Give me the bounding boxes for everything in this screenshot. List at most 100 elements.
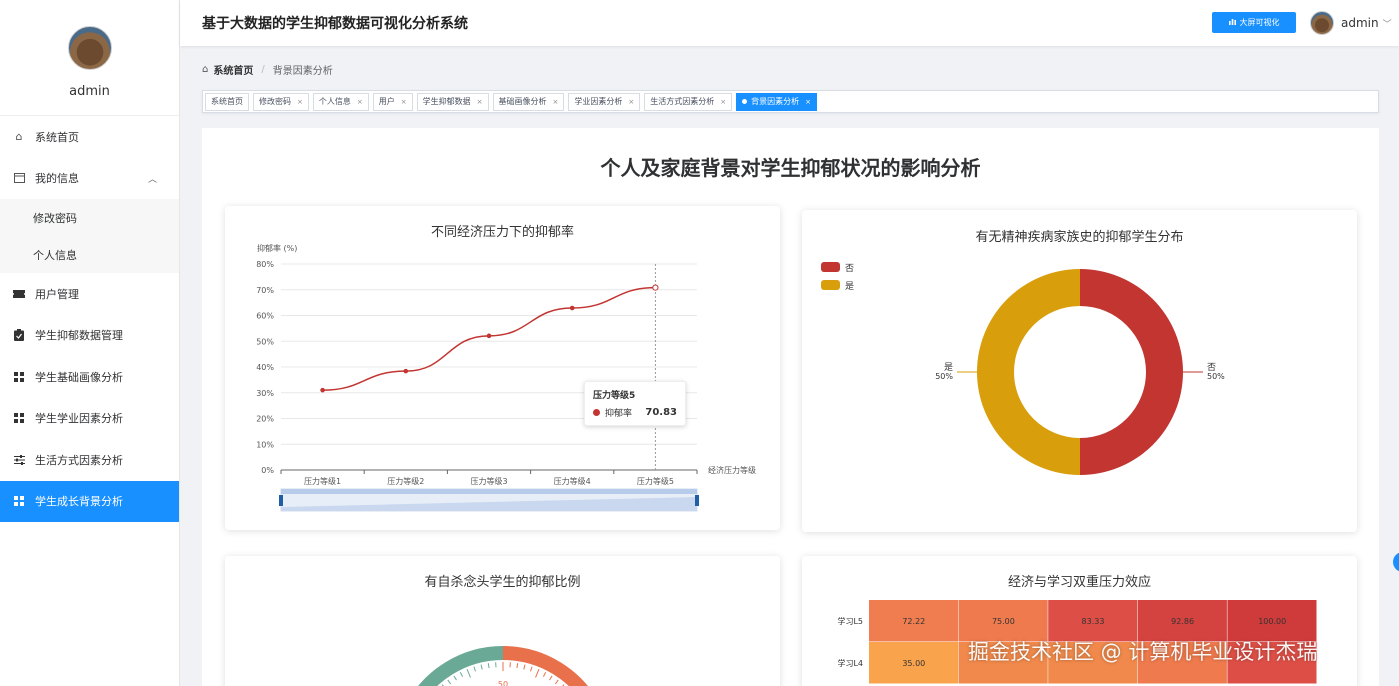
user-menu[interactable]: admin ﹀ <box>1310 11 1392 35</box>
close-icon[interactable]: × <box>477 98 483 106</box>
home-icon: ⌂ <box>202 64 209 75</box>
y-tick-label: 20% <box>256 415 274 424</box>
y-tick-label: 40% <box>256 363 274 372</box>
sidebar-item-label: 学生学业因素分析 <box>35 412 123 426</box>
ticket-icon <box>12 287 26 301</box>
heatmap-cell-label: 75.00 <box>992 617 1015 626</box>
y-tick-label: 80% <box>256 260 274 269</box>
heatmap-cell-label: 35.00 <box>902 659 925 668</box>
donut-chart-card: 有无精神疾病家族史的抑郁学生分布 否 是 否 50% 是 50% <box>802 210 1357 532</box>
gauge-band-high <box>502 646 588 686</box>
close-icon[interactable]: × <box>553 98 559 106</box>
sidebar-item-background[interactable]: 学生成长背景分析 <box>0 480 179 522</box>
close-icon[interactable]: × <box>401 98 407 106</box>
breadcrumb: ⌂ 系统首页 / 背景因素分析 <box>202 62 333 77</box>
tag-depression-data[interactable]: 学生抑郁数据 × <box>416 92 489 111</box>
y-tick-label: 0% <box>261 466 274 475</box>
x-tick-label: 压力等级2 <box>387 476 424 486</box>
tags-view: 系统首页 修改密码 × 个人信息 × 用户 × 学生抑郁数据 × 基础画像分析 × 学业因… <box>202 90 1379 113</box>
top-header: 基于大数据的学生抑郁数据可视化分析系统 大屏可视化 admin ﹀ <box>180 0 1399 46</box>
breadcrumb-separator: / <box>261 64 265 75</box>
grid-icon <box>12 370 26 384</box>
sidebar-item-my-info[interactable]: 我的信息 ︿ <box>0 158 179 200</box>
x-tick-label: 压力等级5 <box>637 476 674 486</box>
sidebar-item-home[interactable]: ⌂ 系统首页 <box>0 116 179 158</box>
tag-change-password[interactable]: 修改密码 × <box>253 92 309 111</box>
sidebar-item-label: 系统首页 <box>35 130 79 144</box>
heatmap-cell-label: 72.22 <box>902 617 925 626</box>
heatmap-cell-label: 83.33 <box>1082 617 1105 626</box>
chevron-up-icon: ︿ <box>147 174 157 185</box>
gauge-tick <box>549 675 553 681</box>
slice-percent: 50% <box>935 372 953 381</box>
pie-slice <box>977 269 1080 475</box>
sidebar-item-user-management[interactable]: 用户管理 <box>0 273 179 315</box>
close-icon[interactable]: × <box>805 98 811 106</box>
gauge-band-low <box>418 646 504 686</box>
gauge-tick <box>554 679 559 685</box>
tag-home[interactable]: 系统首页 <box>205 92 249 111</box>
data-point <box>569 305 575 311</box>
sidebar-item-lifestyle[interactable]: 生活方式因素分析 <box>0 439 179 481</box>
tag-basic-profile[interactable]: 基础画像分析 × <box>492 92 565 111</box>
y-tick-label: 50% <box>256 337 274 346</box>
sliders-icon <box>12 453 26 467</box>
sidebar-item-personal-info[interactable]: 个人信息 <box>0 236 179 273</box>
chart-tooltip: 压力等级5 抑郁率 70.83 <box>584 381 686 426</box>
line-chart-card: 不同经济压力下的抑郁率 抑郁率 (%) 0% 10% 20% 30% 40% 50% 60% 7… <box>225 206 780 530</box>
gauge-tick <box>480 664 483 670</box>
close-icon[interactable]: × <box>720 98 726 106</box>
gauge-chart[interactable]: 405060 <box>225 556 780 686</box>
sidebar-item-change-password[interactable]: 修改密码 <box>0 199 179 236</box>
bigscreen-button[interactable]: 大屏可视化 <box>1212 12 1296 33</box>
data-point <box>403 368 409 374</box>
avatar[interactable] <box>67 26 112 70</box>
heatmap-chart[interactable]: 学习L5 72.22 75.00 83.33 92.86 100.00 学习L4 35.00 <box>802 556 1357 686</box>
sidebar-item-label: 学生抑郁数据管理 <box>35 329 123 343</box>
bigscreen-label: 大屏可视化 <box>1239 18 1280 27</box>
watermark: 掘金技术社区 @ 计算机毕业设计杰瑞 <box>968 640 1318 664</box>
sidebar-item-label: 用户管理 <box>35 287 79 301</box>
gauge-tick <box>516 663 519 669</box>
page-title: 个人及家庭背景对学生抑郁状况的影响分析 <box>600 156 981 180</box>
datazoom-handle-left <box>279 495 283 506</box>
main-panel: 个人及家庭背景对学生抑郁状况的影响分析 不同经济压力下的抑郁率 抑郁率 (%) 0… <box>202 128 1379 686</box>
sidebar-item-label: 生活方式因素分析 <box>35 453 123 467</box>
tag-label: 学业因素分析 <box>574 97 623 106</box>
sidebar-profile: admin <box>0 0 179 116</box>
data-point <box>652 284 659 291</box>
sidebar-item-label: 修改密码 <box>33 211 77 225</box>
heatmap-row-label: 学习L4 <box>837 658 863 668</box>
scroll-handle[interactable] <box>1393 552 1399 572</box>
tag-lifestyle[interactable]: 生活方式因素分析 × <box>644 92 733 111</box>
sidebar-item-label: 个人信息 <box>33 248 77 262</box>
breadcrumb-home[interactable]: 系统首页 <box>213 62 253 77</box>
avatar[interactable] <box>1310 11 1334 35</box>
sidebar-item-academic[interactable]: 学生学业因素分析 <box>0 398 179 440</box>
tag-personal-info[interactable]: 个人信息 × <box>312 92 369 111</box>
sidebar-item-depression-data[interactable]: 学生抑郁数据管理 <box>0 315 179 357</box>
tooltip-title: 压力等级5 <box>593 391 636 401</box>
close-icon[interactable]: × <box>628 98 634 106</box>
line-chart[interactable]: 抑郁率 (%) 0% 10% 20% 30% 40% 50% 60% 70% 80% 压力等级1 压力… <box>225 206 780 530</box>
datazoom-handle-right <box>695 495 699 506</box>
donut-chart[interactable]: 否50%是50% <box>802 210 1357 532</box>
tag-background[interactable]: 背景因素分析 × <box>736 92 817 111</box>
gauge-chart-card: 有自杀念头学生的抑郁比例 405060 <box>225 556 780 686</box>
close-icon[interactable]: × <box>297 98 303 106</box>
sidebar-item-basic-profile[interactable]: 学生基础画像分析 <box>0 356 179 398</box>
tooltip-value: 70.83 <box>645 407 677 418</box>
y-axis-label: 抑郁率 (%) <box>257 243 297 253</box>
gauge-tick <box>530 666 533 672</box>
data-point <box>320 387 325 393</box>
gauge-tick <box>487 663 490 669</box>
x-tick-label: 压力等级4 <box>554 476 591 486</box>
tag-user[interactable]: 用户 × <box>372 92 413 111</box>
gauge-tick-label: 50 <box>498 680 508 686</box>
close-icon[interactable]: × <box>357 98 363 106</box>
chevron-down-icon: ﹀ <box>1382 19 1392 30</box>
y-tick-label: 60% <box>256 312 274 321</box>
series-line <box>322 286 656 391</box>
gauge-tick <box>535 668 540 678</box>
tag-academic[interactable]: 学业因素分析 × <box>568 92 641 111</box>
